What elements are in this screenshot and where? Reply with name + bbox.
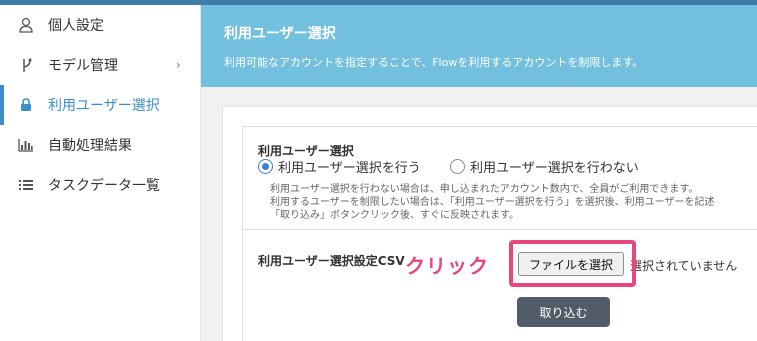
radio-no-selection[interactable]: 利用ユーザー選択を行わない [450,157,639,176]
choose-file-button[interactable]: ファイルを選択 [518,252,624,276]
sidebar-item-auto-results[interactable]: 自動処理結果 [0,125,200,165]
sidebar-item-personal-settings[interactable]: 個人設定 [0,5,200,45]
radio-checked-icon [258,159,273,174]
file-status-text: 選択されていません [630,259,738,273]
sidebar-item-label: 自動処理結果 [48,138,132,154]
lock-icon [18,97,34,113]
radio-unchecked-icon [450,159,465,174]
sidebar-item-label: 個人設定 [48,18,104,34]
fork-icon [18,57,34,73]
radio-label: 利用ユーザー選択を行う [278,161,421,176]
page-subtitle: 利用可能なアカウントを指定することで、Flowを利用するアカウントを制限します。 [224,56,644,69]
sidebar-item-task-data-list[interactable]: タスクデータ一覧 [0,165,200,205]
sidebar: 個人設定 モデル管理 › 利用ユーザー選択 自動処理結果 タスクデータ一覧 [0,5,201,341]
page-title: 利用ユーザー選択 [224,26,336,42]
csv-panel [242,229,757,341]
user-icon [18,17,34,33]
radio-use-selection[interactable]: 利用ユーザー選択を行う [258,157,421,176]
import-button[interactable]: 取り込む [517,297,610,327]
page-header: 利用ユーザー選択 利用可能なアカウントを指定することで、Flowを利用するアカウ… [201,5,757,87]
active-indicator [0,85,4,125]
list-icon [18,177,34,193]
sidebar-item-label: タスクデータ一覧 [48,178,160,194]
sidebar-item-label: モデル管理 [48,58,118,74]
csv-field-label: 利用ユーザー選択設定CSV [258,254,405,268]
sidebar-item-model-management[interactable]: モデル管理 › [0,45,200,85]
help-text-line: 「取り込み」ボタンクリック後、すぐに反映されます。 [270,210,519,221]
chevron-right-icon: › [176,58,181,72]
bar-chart-icon [18,137,34,153]
radio-label: 利用ユーザー選択を行わない [470,161,639,176]
sidebar-item-user-selection[interactable]: 利用ユーザー選択 [0,85,200,125]
sidebar-item-label: 利用ユーザー選択 [48,98,160,114]
click-annotation: クリック [405,254,489,278]
